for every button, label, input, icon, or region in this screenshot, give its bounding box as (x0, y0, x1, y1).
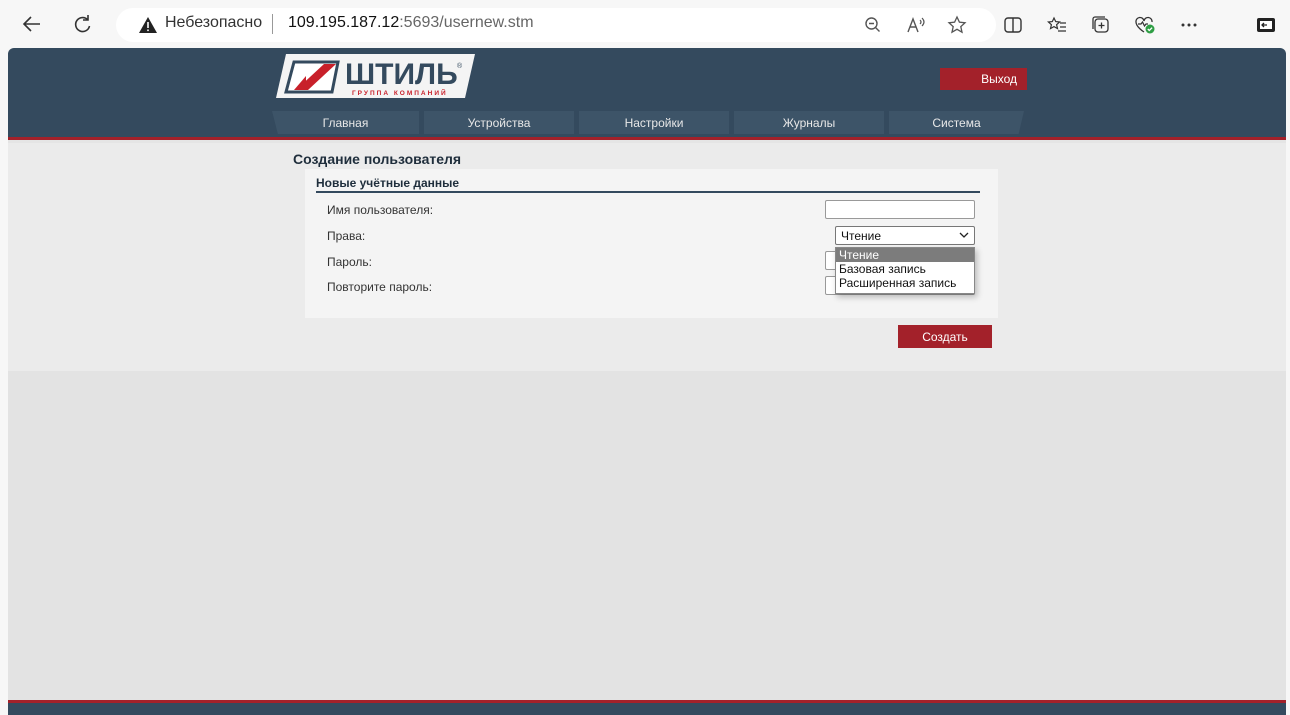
tab-system[interactable]: Система (889, 111, 1024, 134)
section-title: Новые учётные данные (316, 176, 460, 190)
svg-text:®: ® (457, 62, 463, 70)
zoom-out-icon[interactable] (862, 14, 884, 36)
shtil-logo[interactable]: ШТИЛЬ ГРУППА КОМПАНИЙ ® (272, 52, 479, 100)
logo-text: ШТИЛЬ (345, 58, 458, 91)
tab-home[interactable]: Главная (272, 111, 419, 134)
rights-option[interactable]: Чтение (836, 248, 974, 262)
insecure-label: Небезопасно (165, 14, 263, 31)
tab-devices[interactable]: Устройства (424, 111, 574, 134)
more-options-icon[interactable] (1178, 14, 1200, 36)
site-header: ШТИЛЬ ГРУППА КОМПАНИЙ ® Выход Главная Ус… (8, 48, 1286, 140)
logo-subtitle: ГРУППА КОМПАНИЙ (352, 88, 448, 97)
split-screen-icon[interactable] (1002, 14, 1024, 36)
back-icon[interactable] (18, 10, 46, 38)
logout-button[interactable]: Выход (940, 68, 1027, 90)
section-divider (316, 191, 980, 193)
warning-icon[interactable] (138, 15, 158, 35)
username-input[interactable] (825, 200, 975, 219)
create-button[interactable]: Создать (898, 325, 992, 348)
username-label: Имя пользователя: (327, 203, 434, 217)
address-separator (272, 14, 273, 34)
rights-dropdown-list: Чтение Базовая запись Расширенная запись (835, 247, 975, 294)
rights-option[interactable]: Расширенная запись (836, 276, 974, 290)
main-nav: Главная Устройства Настройки Журналы Сис… (272, 111, 1024, 134)
url-rest: :5693/usernew.stm (399, 14, 534, 31)
repeat-password-label: Повторите пароль: (327, 280, 433, 294)
read-aloud-icon[interactable] (905, 14, 927, 36)
content-empty-area (8, 371, 1286, 705)
browser-essentials-icon[interactable] (1134, 14, 1156, 36)
refresh-icon[interactable] (68, 10, 96, 38)
favorites-icon[interactable] (1046, 14, 1068, 36)
credentials-panel: Новые учётные данные Имя пользователя: П… (305, 169, 998, 318)
rights-select[interactable]: Чтение (835, 226, 975, 245)
favorite-star-icon[interactable] (946, 14, 968, 36)
rights-select-value: Чтение (841, 229, 882, 243)
chevron-down-icon (959, 232, 969, 238)
web-page: ШТИЛЬ ГРУППА КОМПАНИЙ ® Выход Главная Ус… (8, 48, 1286, 715)
page-title: Создание пользователя (293, 151, 462, 167)
browser-toolbar: Небезопасно 109.195.187.12:5693/usernew.… (0, 0, 1290, 48)
sidebar-icon[interactable] (1255, 14, 1277, 36)
tab-logs[interactable]: Журналы (734, 111, 884, 134)
url-host: 109.195.187.12 (288, 14, 400, 31)
rights-option[interactable]: Базовая запись (836, 262, 974, 276)
tab-settings[interactable]: Настройки (579, 111, 729, 134)
password-label: Пароль: (327, 255, 372, 269)
collections-icon[interactable] (1090, 14, 1112, 36)
site-footer (8, 700, 1286, 715)
url-text[interactable]: 109.195.187.12:5693/usernew.stm (288, 14, 534, 32)
rights-label: Права: (327, 229, 366, 243)
